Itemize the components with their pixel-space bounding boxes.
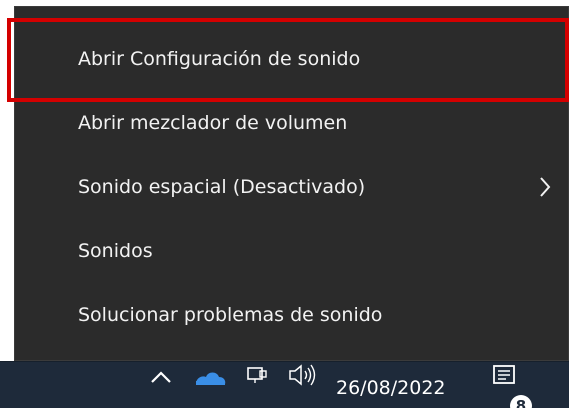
chevron-up-icon[interactable] <box>146 362 176 408</box>
chevron-right-icon <box>540 177 551 197</box>
menu-item-sounds[interactable]: Sonidos <box>14 220 569 282</box>
menu-item-label: Solucionar problemas de sonido <box>78 304 383 326</box>
menu-item-open-volume-mixer[interactable]: Abrir mezclador de volumen <box>14 92 569 154</box>
onedrive-cloud-icon[interactable] <box>190 362 228 408</box>
taskbar-clock-date[interactable]: 26/08/2022 <box>336 374 476 402</box>
taskbar <box>0 362 569 408</box>
sound-context-menu: Abrir Configuración de sonido Abrir mezc… <box>14 6 569 361</box>
speaker-volume-icon[interactable] <box>286 362 320 408</box>
menu-item-open-sound-settings[interactable]: Abrir Configuración de sonido <box>14 28 569 90</box>
menu-item-label: Sonidos <box>78 240 153 262</box>
network-icon[interactable] <box>244 362 270 408</box>
menu-item-label: Abrir mezclador de volumen <box>78 112 348 134</box>
menu-item-spatial-sound[interactable]: Sonido espacial (Desactivado) <box>14 156 569 218</box>
menu-item-label: Abrir Configuración de sonido <box>78 48 361 70</box>
screen: Abrir Configuración de sonido Abrir mezc… <box>0 0 569 408</box>
menu-item-label: Sonido espacial (Desactivado) <box>78 176 366 198</box>
menu-item-troubleshoot-sound[interactable]: Solucionar problemas de sonido <box>14 284 569 346</box>
